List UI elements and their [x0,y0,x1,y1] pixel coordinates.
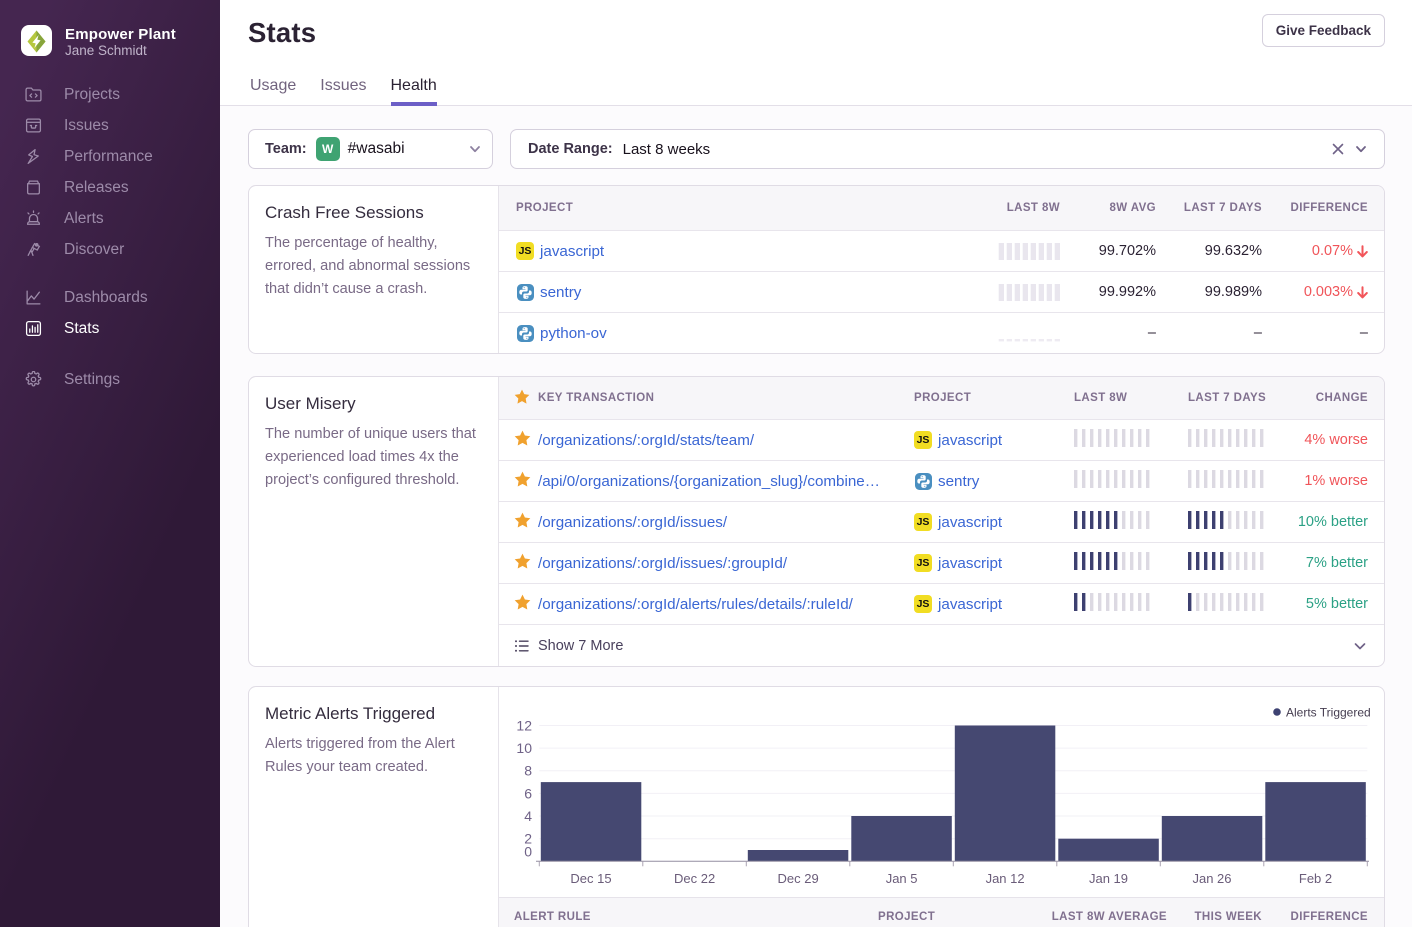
svg-text:Dec 29: Dec 29 [777,871,818,886]
svg-text:Feb 2: Feb 2 [1299,871,1332,886]
svg-text:6: 6 [524,785,532,801]
svg-text:4: 4 [524,808,532,824]
svg-text:Alerts Triggered: Alerts Triggered [1286,706,1371,720]
svg-text:Jan 19: Jan 19 [1089,871,1128,886]
svg-text:8: 8 [524,763,532,779]
svg-text:2: 2 [524,831,532,847]
svg-text:Jan 12: Jan 12 [986,871,1025,886]
svg-text:Jan 26: Jan 26 [1192,871,1231,886]
svg-text:Jan 5: Jan 5 [886,871,918,886]
svg-text:Dec 22: Dec 22 [674,871,715,886]
svg-text:10: 10 [516,740,532,756]
svg-text:12: 12 [516,718,532,734]
svg-text:Dec 15: Dec 15 [570,871,611,886]
